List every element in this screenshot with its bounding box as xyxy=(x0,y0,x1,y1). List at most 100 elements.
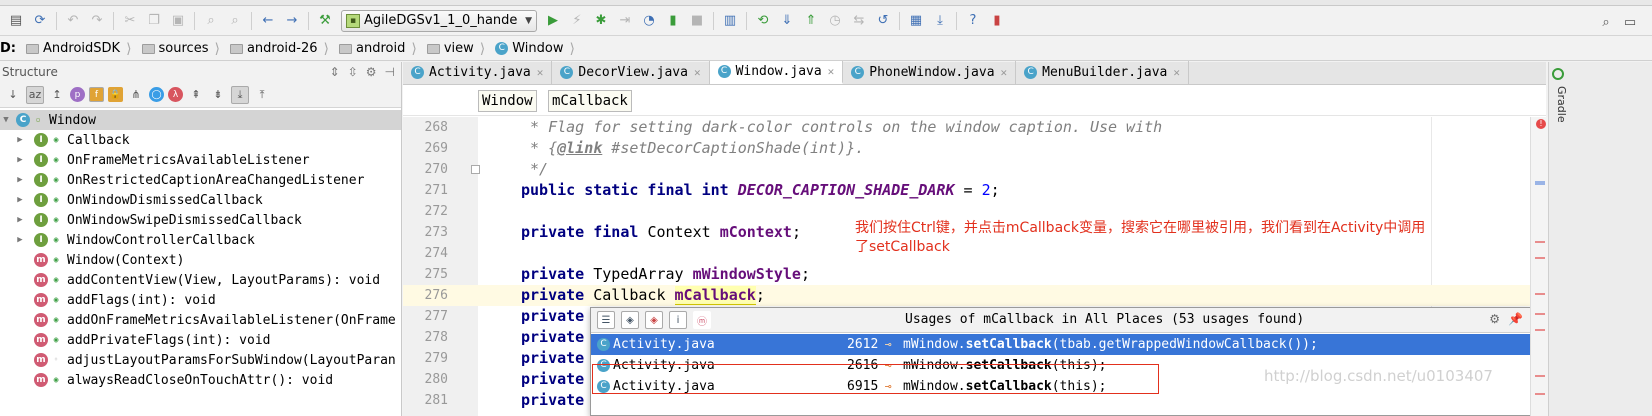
tree-item-addprivateflags[interactable]: m ◉ addPrivateFlags(int): void xyxy=(0,330,401,350)
tree-item-alwaysreadcloseontouchattr[interactable]: m ◉ alwaysReadCloseOnTouchAttr(): void xyxy=(0,370,401,390)
field-name-highlighted[interactable]: mCallback xyxy=(674,286,756,305)
method-filter-icon[interactable]: ⓜ xyxy=(693,311,711,329)
expand-icon[interactable]: ⇞ xyxy=(187,86,205,104)
pin-icon[interactable]: 📌 xyxy=(1508,312,1523,326)
code-line-271[interactable]: 271 public static final int DECOR_CAPTIO… xyxy=(403,180,1546,201)
vcs-history-icon[interactable]: ◷ xyxy=(825,11,845,31)
info-icon[interactable]: i xyxy=(669,311,687,329)
code-breadcrumb-class[interactable]: Window xyxy=(478,90,537,112)
show-fields-icon[interactable]: f xyxy=(89,87,104,102)
forward-icon[interactable]: → xyxy=(282,11,302,31)
tree-item-addcontentview[interactable]: m ◉ addContentView(View, LayoutParams): vo… xyxy=(0,270,401,290)
build-hammer-icon[interactable]: ⚒ xyxy=(315,11,335,31)
run-configuration-select[interactable]: ▪ AgileDGSv1_1_0_hande ▼ xyxy=(341,9,537,32)
apply-changes-icon[interactable]: ⚡ xyxy=(567,11,587,31)
chevron-down-icon[interactable]: ▼ xyxy=(0,115,12,125)
sync-icon[interactable]: ⟳ xyxy=(30,11,50,31)
vcs-compare-icon[interactable]: ⇆ xyxy=(849,11,869,31)
breadcrumb-drive[interactable]: D: xyxy=(0,37,20,61)
stripe-mark[interactable] xyxy=(1535,257,1545,259)
replace-icon[interactable]: ⌕ xyxy=(225,11,245,31)
breadcrumb-item-view[interactable]: view ⟩ xyxy=(421,37,489,61)
tree-item-onwindowdismissedcallback[interactable]: ▶ I ◉ OnWindowDismissedCallback xyxy=(0,190,401,210)
avd-manager-icon[interactable]: ▥ xyxy=(720,11,740,31)
sort-alphabetically-icon[interactable]: az xyxy=(26,85,44,104)
tree-item-addflags[interactable]: m ◉ addFlags(int): void xyxy=(0,290,401,310)
fold-icon[interactable] xyxy=(471,165,480,174)
show-anonymous-icon[interactable]: ◯ xyxy=(149,87,164,102)
stripe-mark[interactable] xyxy=(1535,293,1545,295)
coverage-icon[interactable]: ▮ xyxy=(663,11,683,31)
error-indicator-icon[interactable]: ! xyxy=(1536,119,1546,129)
stripe-mark[interactable] xyxy=(1535,181,1545,185)
tab-activity-java[interactable]: C Activity.java ✕ xyxy=(403,61,553,84)
undo-icon[interactable]: ↶ xyxy=(63,11,83,31)
show-properties-icon[interactable]: p xyxy=(70,87,85,102)
code-breadcrumb-field[interactable]: mCallback xyxy=(548,90,632,112)
help-icon[interactable]: ? xyxy=(963,11,983,31)
breadcrumb-item-window[interactable]: C Window ⟩ xyxy=(489,37,579,61)
gradle-tool-button[interactable]: Gradle xyxy=(1552,86,1568,123)
stop-icon[interactable]: ■ xyxy=(687,11,707,31)
tab-menubuilder-java[interactable]: C MenuBuilder.java ✕ xyxy=(1016,61,1190,84)
debug-icon[interactable]: ✱ xyxy=(591,11,611,31)
vcs-pull-icon[interactable]: ⇓ xyxy=(777,11,797,31)
find-icon[interactable]: ⌕ xyxy=(201,11,221,31)
code-line-269[interactable]: 269 * {@link #setDecorCaptionShade(int)}… xyxy=(403,138,1546,159)
tab-decorview-java[interactable]: C DecorView.java ✕ xyxy=(552,61,710,84)
expand-all-icon[interactable]: ⇕ xyxy=(330,65,340,79)
merge-usages-icon[interactable]: ☰ xyxy=(597,311,615,329)
code-line-275[interactable]: 275 private TypedArray mWindowStyle; xyxy=(403,264,1546,285)
error-stripe[interactable] xyxy=(1530,117,1548,416)
collapse-all-icon[interactable]: ⇳ xyxy=(348,65,358,79)
stripe-mark[interactable] xyxy=(1535,375,1545,377)
breadcrumb-item-android[interactable]: android ⟩ xyxy=(333,37,421,61)
breadcrumb-item-androidsdk[interactable]: AndroidSDK ⟩ xyxy=(20,37,136,61)
sdk-manager-icon[interactable]: ⤓ xyxy=(930,11,950,31)
chevron-right-icon[interactable]: ▶ xyxy=(14,215,26,225)
tree-item-adjustlayoutparamsforsubwindow[interactable]: m ◦ adjustLayoutParamsForSubWindow(LayoutP… xyxy=(0,350,401,370)
tree-item-window-constructor[interactable]: m ◉ Window(Context) xyxy=(0,250,401,270)
back-icon[interactable]: ← xyxy=(258,11,278,31)
cut-icon[interactable]: ✂ xyxy=(120,11,140,31)
tab-window-java[interactable]: C Window.java ✕ xyxy=(709,61,844,84)
show-hierarchy-icon[interactable]: ⋔ xyxy=(127,86,145,104)
show-inherited-icon[interactable]: ↥ xyxy=(48,86,66,104)
show-read-access-icon[interactable]: ◈ xyxy=(621,311,639,329)
show-write-access-icon[interactable]: ◈ xyxy=(645,311,663,329)
run-icon[interactable]: ▶ xyxy=(543,11,563,31)
layout-icon[interactable]: ▭ xyxy=(1620,12,1640,32)
code-line-268[interactable]: 268 * Flag for setting dark-color contro… xyxy=(403,117,1546,138)
chevron-right-icon[interactable]: ▶ xyxy=(14,235,26,245)
attach-debugger-icon[interactable]: ⇥ xyxy=(615,11,635,31)
autoscroll-from-source-icon[interactable]: ⤒ xyxy=(253,86,271,104)
close-icon[interactable]: ✕ xyxy=(828,65,835,78)
redo-icon[interactable]: ↷ xyxy=(87,11,107,31)
chevron-right-icon[interactable]: ▶ xyxy=(14,195,26,205)
close-icon[interactable]: ✕ xyxy=(1001,66,1008,79)
collapse-icon[interactable]: ⇟ xyxy=(209,86,227,104)
close-icon[interactable]: ✕ xyxy=(1173,66,1180,79)
search-everywhere-icon[interactable]: ⌕ xyxy=(1596,12,1616,32)
tab-phonewindow-java[interactable]: C PhoneWindow.java ✕ xyxy=(843,61,1017,84)
project-structure-icon[interactable]: ▦ xyxy=(906,11,926,31)
device-monitor-icon[interactable]: ▮ xyxy=(987,11,1007,31)
show-non-public-icon[interactable]: 🔒 xyxy=(108,87,123,102)
hide-panel-icon[interactable]: ⊣ xyxy=(385,65,395,79)
tree-item-onrestrictedcaptionareachangedlistener[interactable]: ▶ I ◉ OnRestrictedCaptionAreaChangedListene… xyxy=(0,170,401,190)
gear-icon[interactable]: ⚙ xyxy=(366,65,377,79)
stripe-mark[interactable] xyxy=(1535,329,1545,331)
tree-root-window[interactable]: ▼ C ▫ Window xyxy=(0,110,401,130)
paste-icon[interactable]: ▣ xyxy=(168,11,188,31)
tree-item-onframemetricsavailablelistener[interactable]: ▶ I ◉ OnFrameMetricsAvailableListener xyxy=(0,150,401,170)
tree-item-callback[interactable]: ▶ I ◉ Callback xyxy=(0,130,401,150)
chevron-right-icon[interactable]: ▶ xyxy=(14,135,26,145)
settings-icon[interactable]: ⚙ xyxy=(1489,312,1500,326)
vcs-push-icon[interactable]: ⇑ xyxy=(801,11,821,31)
breadcrumb-item-sources[interactable]: sources ⟩ xyxy=(136,37,224,61)
close-icon[interactable]: ✕ xyxy=(537,66,544,79)
save-all-icon[interactable]: ▤ xyxy=(6,11,26,31)
tree-item-onwindowswipedismissedcallback[interactable]: ▶ I ◉ OnWindowSwipeDismissedCallback xyxy=(0,210,401,230)
stripe-mark[interactable] xyxy=(1535,241,1545,243)
stripe-mark[interactable] xyxy=(1535,393,1545,395)
